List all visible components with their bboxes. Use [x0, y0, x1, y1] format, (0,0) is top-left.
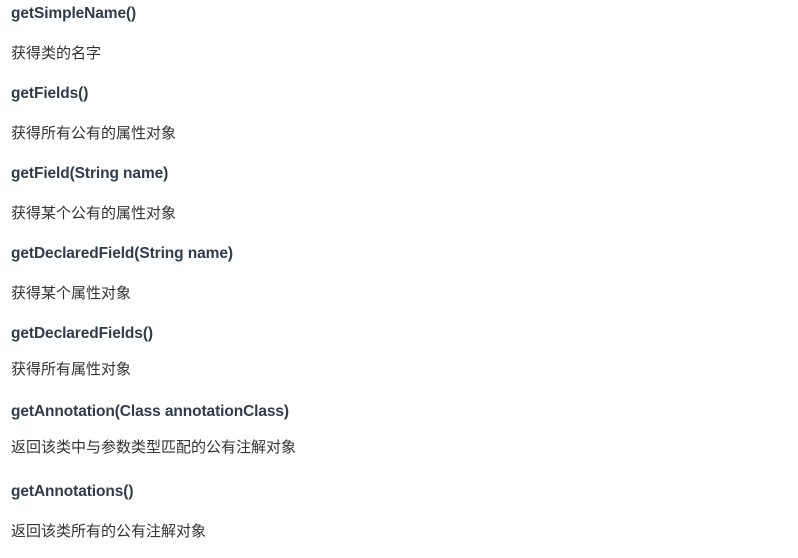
method-description: 返回该类所有的公有注解对象 [11, 522, 207, 540]
method-signature: getDeclaredField(String name) [11, 245, 233, 262]
method-description: 获得某个公有的属性对象 [11, 204, 177, 222]
method-entry: getAnnotation(Class annotationClass) 返回该… [11, 398, 791, 478]
method-description: 获得类的名字 [11, 44, 102, 62]
method-signature: getAnnotations() [11, 483, 134, 500]
method-entry: getField(String name) 获得某个公有的属性对象 [11, 160, 791, 240]
method-signature: getSimpleName() [11, 5, 137, 22]
method-description: 获得某个属性对象 [11, 284, 132, 302]
method-entry: getDeclaredField(String name) 获得某个属性对象 [11, 240, 791, 320]
method-signature: getDeclaredFields() [11, 325, 153, 342]
method-entry: getSimpleName() 获得类的名字 [11, 0, 791, 80]
method-description: 获得所有属性对象 [11, 360, 132, 378]
method-entry: getAnnotations() 返回该类所有的公有注解对象 [11, 478, 791, 558]
method-description: 返回该类中与参数类型匹配的公有注解对象 [11, 438, 297, 456]
method-signature: getField(String name) [11, 165, 169, 182]
method-list: getSimpleName() 获得类的名字 getFields() 获得所有公… [11, 0, 791, 558]
method-description: 获得所有公有的属性对象 [11, 124, 177, 142]
method-signature: getFields() [11, 85, 89, 102]
method-entry: getFields() 获得所有公有的属性对象 [11, 80, 791, 160]
method-signature: getAnnotation(Class annotationClass) [11, 403, 289, 420]
method-entry: getDeclaredFields() 获得所有属性对象 [11, 320, 791, 398]
